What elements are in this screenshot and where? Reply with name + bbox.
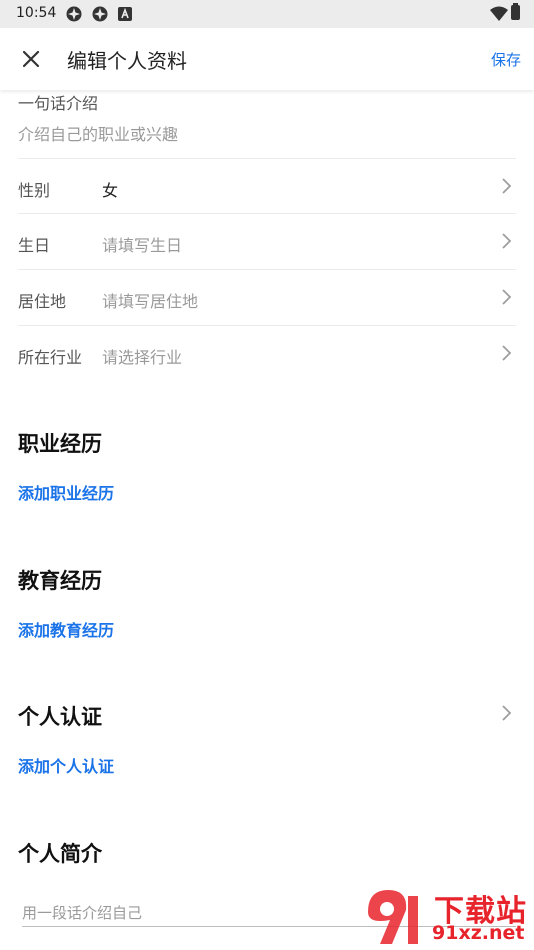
watermark-url: 91xz.net — [432, 922, 525, 944]
close-icon[interactable] — [18, 46, 44, 72]
bio-section-title: 个人简介 — [18, 842, 102, 866]
chevron-right-icon[interactable] — [500, 704, 512, 722]
industry-row[interactable]: 所在行业 请选择行业 — [18, 325, 516, 381]
birthday-row[interactable]: 生日 请填写生日 — [18, 213, 516, 269]
residence-row[interactable]: 居住地 请填写居住地 — [18, 269, 516, 325]
add-work-button[interactable]: 添加职业经历 — [18, 480, 114, 504]
field-label: 居住地 — [18, 292, 67, 311]
watermark: 下载站 91xz.net — [362, 882, 534, 950]
app-notification-icon — [92, 6, 108, 22]
battery-icon — [511, 3, 520, 20]
field-value: 请填写生日 — [102, 236, 183, 255]
page-title: 编辑个人资料 — [67, 49, 187, 73]
wifi-icon — [490, 6, 508, 25]
verification-section-title[interactable]: 个人认证 — [18, 701, 102, 731]
field-label: 所在行业 — [18, 348, 83, 367]
app-bar: 编辑个人资料 保存 — [0, 28, 534, 90]
intro-label: 一句话介绍 — [18, 94, 99, 113]
gender-row[interactable]: 性别 女 — [18, 158, 516, 214]
education-section-title: 教育经历 — [18, 569, 102, 593]
watermark-logo-icon — [362, 882, 422, 950]
field-value: 请填写居住地 — [102, 292, 199, 311]
field-value: 女 — [102, 181, 119, 200]
chevron-right-icon — [500, 344, 512, 362]
a-box-icon — [118, 6, 134, 22]
add-education-button[interactable]: 添加教育经历 — [18, 617, 114, 641]
work-section-title: 职业经历 — [18, 432, 102, 456]
add-verification-button[interactable]: 添加个人认证 — [18, 753, 114, 777]
chevron-right-icon — [500, 177, 512, 195]
chevron-right-icon — [500, 232, 512, 250]
status-time: 10:54 — [16, 5, 57, 21]
field-label: 生日 — [18, 236, 51, 255]
app-notification-icon — [66, 6, 82, 22]
chevron-right-icon — [500, 288, 512, 306]
save-button[interactable]: 保存 — [491, 49, 521, 70]
status-bar: 10:54 — [0, 0, 534, 28]
intro-input[interactable]: 介绍自己的职业或兴趣 — [18, 121, 178, 145]
field-value: 请选择行业 — [102, 348, 183, 367]
field-label: 性别 — [18, 181, 51, 200]
bio-placeholder: 用一段话介绍自己 — [22, 904, 143, 922]
